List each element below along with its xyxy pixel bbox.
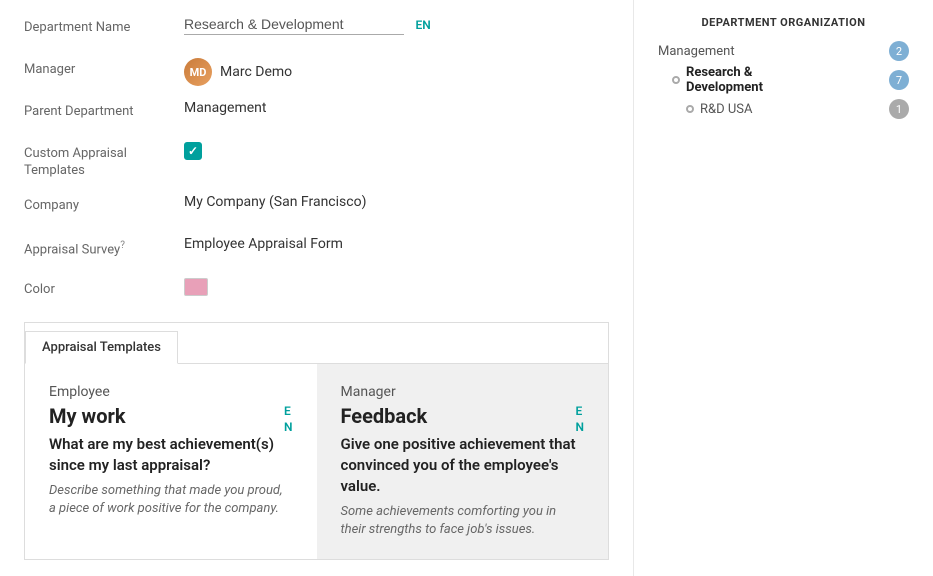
org-usa-label: R&D USA: [700, 102, 752, 117]
employee-role: Employee: [49, 384, 293, 400]
custom-appraisal-checkbox[interactable]: [184, 142, 202, 160]
company-value: My Company (San Francisco): [184, 194, 609, 210]
manager-name: Marc Demo: [220, 64, 292, 80]
color-value: [184, 278, 609, 296]
department-name-value: EN: [184, 16, 609, 35]
company-row: Company My Company (San Francisco): [24, 194, 609, 222]
manager-section-title: Feedback: [341, 404, 428, 428]
custom-appraisal-value: [184, 142, 609, 160]
org-rd-row: Research &Development 7: [658, 65, 909, 95]
employee-section-header: My work E N: [49, 404, 293, 434]
org-usa-dot: [686, 105, 694, 113]
org-rd-badge: 7: [889, 70, 909, 90]
org-management-badge: 2: [889, 41, 909, 61]
custom-appraisal-label: Custom Appraisal Templates: [24, 142, 184, 180]
appraisal-survey-value: Employee Appraisal Form: [184, 236, 609, 252]
manager-description: Some achievements comforting you in thei…: [341, 503, 585, 539]
employee-section: Employee My work E N What are my best ac…: [25, 364, 317, 559]
employee-lang-n[interactable]: N: [284, 420, 293, 434]
org-usa-row: R&D USA 1: [658, 99, 909, 119]
appraisal-content: Employee My work E N What are my best ac…: [25, 364, 608, 559]
org-usa-inner: R&D USA: [686, 102, 752, 117]
manager-lang-badges: E N: [576, 404, 585, 434]
manager-container: MD Marc Demo: [184, 58, 609, 86]
custom-appraisal-row: Custom Appraisal Templates: [24, 142, 609, 180]
manager-row: Manager MD Marc Demo: [24, 58, 609, 86]
parent-department-label: Parent Department: [24, 100, 184, 119]
manager-role: Manager: [341, 384, 585, 400]
org-management-label: Management: [658, 44, 735, 59]
employee-description: Describe something that made you proud, …: [49, 482, 293, 518]
appraisal-survey-label: Appraisal Survey?: [24, 236, 184, 257]
manager-label: Manager: [24, 58, 184, 77]
parent-department-value: Management: [184, 100, 609, 116]
en-language-badge[interactable]: EN: [415, 18, 430, 32]
org-rd-inner: Research &Development: [672, 65, 763, 95]
color-row: Color: [24, 278, 609, 306]
employee-section-title: My work: [49, 404, 126, 428]
right-panel: DEPARTMENT ORGANIZATION Management 2 Res…: [633, 0, 933, 576]
org-rd-dot: [672, 76, 680, 84]
appraisal-wrapper: Appraisal Templates Employee My work E N…: [24, 322, 609, 560]
color-swatch[interactable]: [184, 278, 208, 296]
company-label: Company: [24, 194, 184, 213]
org-rd-label: Research &Development: [686, 65, 763, 95]
manager-section: Manager Feedback E N Give one positive a…: [317, 364, 609, 559]
appraisal-survey-superscript: ?: [120, 240, 125, 251]
org-title: DEPARTMENT ORGANIZATION: [658, 16, 909, 29]
tab-appraisal-templates[interactable]: Appraisal Templates: [25, 331, 178, 364]
department-name-label: Department Name: [24, 16, 184, 35]
department-name-input[interactable]: [184, 16, 404, 35]
color-label: Color: [24, 278, 184, 297]
department-name-row: Department Name EN: [24, 16, 609, 44]
org-management-row: Management 2: [658, 41, 909, 61]
manager-avatar: MD: [184, 58, 212, 86]
org-usa-badge: 1: [889, 99, 909, 119]
tabs-container: Appraisal Templates: [25, 331, 608, 364]
manager-question: Give one positive achievement that convi…: [341, 434, 585, 497]
manager-value: MD Marc Demo: [184, 58, 609, 86]
manager-lang-e[interactable]: E: [576, 404, 585, 418]
manager-lang-n[interactable]: N: [576, 420, 585, 434]
appraisal-survey-row: Appraisal Survey? Employee Appraisal For…: [24, 236, 609, 264]
manager-section-header: Feedback E N: [341, 404, 585, 434]
employee-lang-badges: E N: [284, 404, 293, 434]
employee-question: What are my best achievement(s) since my…: [49, 434, 293, 476]
employee-lang-e[interactable]: E: [284, 404, 293, 418]
parent-department-row: Parent Department Management: [24, 100, 609, 128]
